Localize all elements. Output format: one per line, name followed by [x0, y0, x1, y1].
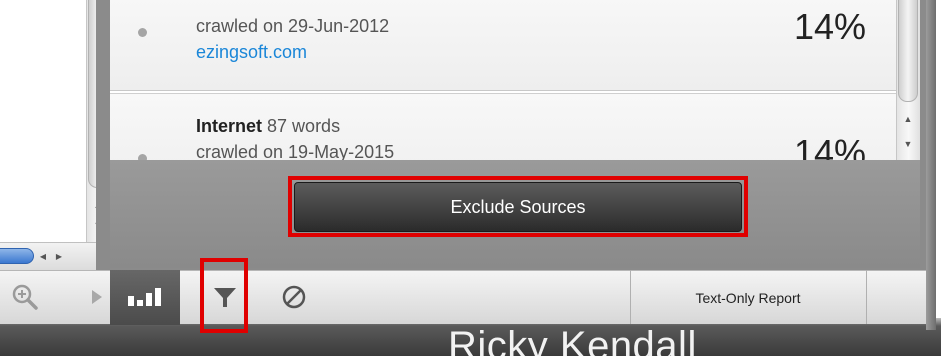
source-crawled-date: crawled on 19-May-2015 [196, 142, 395, 160]
zoom-in-icon[interactable] [10, 282, 40, 312]
source-match-percent: 14% [793, 6, 866, 47]
filter-icon-highlight [200, 258, 248, 333]
left-document-panel [0, 0, 86, 268]
source-word-count: 87 words [267, 116, 341, 136]
source-item[interactable]: crawled on 29-Jun-2012 ezingsoft.com 14% [110, 0, 896, 91]
chart-view-tab[interactable] [110, 270, 180, 325]
horizontal-scrollbar-thumb[interactable] [0, 248, 34, 264]
scroll-down-arrow-icon[interactable]: ▼ [898, 135, 918, 153]
toolbar-separator [866, 270, 867, 324]
source-item[interactable]: Internet 87 words crawled on 19-May-2015… [110, 93, 896, 160]
block-icon[interactable] [279, 282, 309, 312]
source-title: Internet 87 words [196, 116, 340, 137]
source-bullet-icon [138, 28, 147, 37]
source-link[interactable]: ezingsoft.com [196, 42, 307, 63]
scroll-left-arrow-icon[interactable]: ◀ [36, 248, 50, 266]
scroll-right-arrow-icon[interactable]: ▶ [52, 248, 66, 266]
source-name: Internet [196, 116, 263, 136]
source-match-percent: 14% [793, 132, 866, 160]
source-crawled-date: crawled on 29-Jun-2012 [196, 16, 390, 36]
scroll-up-arrow-icon[interactable]: ▲ [898, 110, 918, 128]
background-name-text: Ricky Kendall [448, 324, 697, 356]
window-right-edge [926, 0, 936, 330]
play-icon[interactable] [90, 287, 104, 307]
text-only-report-button[interactable]: Text-Only Report [630, 270, 866, 324]
sources-scrollbar-thumb[interactable] [898, 0, 918, 102]
match-sources-list: crawled on 29-Jun-2012 ezingsoft.com 14%… [110, 0, 896, 160]
exclude-button-highlight [288, 176, 748, 237]
bar-chart-icon [128, 288, 161, 306]
